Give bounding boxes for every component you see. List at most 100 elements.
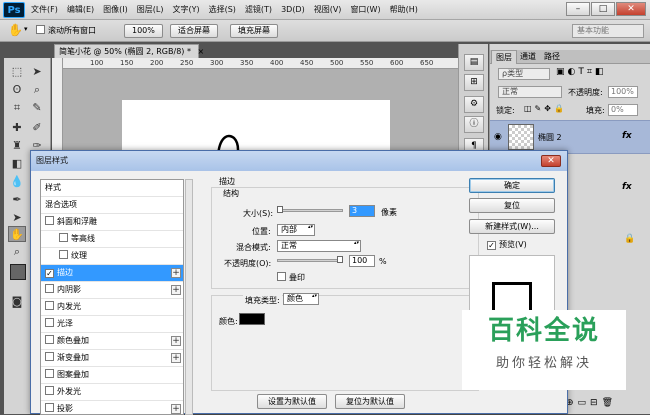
menu-edit[interactable]: 编辑(E): [67, 4, 94, 15]
preview-checkbox[interactable]: ✓ 预览(V): [487, 239, 527, 250]
properties-panel-icon[interactable]: ⚙: [464, 96, 484, 113]
dialog-close-button[interactable]: ✕: [541, 155, 561, 167]
size-slider-track[interactable]: [277, 209, 343, 212]
set-default-button[interactable]: 设置为默认值: [257, 394, 327, 409]
opacity-input[interactable]: 100: [349, 255, 375, 267]
blur-tool-icon[interactable]: 💧: [8, 174, 26, 190]
layer-blend-mode-select[interactable]: 正常: [498, 86, 562, 98]
checkbox-box[interactable]: ✓: [487, 241, 496, 250]
add-style-plus-icon[interactable]: +: [171, 404, 181, 414]
scroll-all-windows-checkbox[interactable]: 滚动所有窗口: [36, 25, 96, 36]
foreground-color-swatch[interactable]: [10, 264, 26, 280]
checkbox-box[interactable]: [36, 25, 45, 34]
style-list-item[interactable]: 混合选项: [41, 197, 183, 214]
position-select[interactable]: 内部: [277, 224, 315, 236]
lasso-tool-icon[interactable]: ʘ: [8, 82, 26, 98]
menu-view[interactable]: 视图(V): [314, 4, 342, 15]
style-list-item[interactable]: 图案叠加: [41, 367, 183, 384]
style-list-item[interactable]: 外发光: [41, 384, 183, 401]
menu-image[interactable]: 图像(I): [103, 4, 128, 15]
style-checkbox[interactable]: [45, 301, 54, 310]
style-checkbox[interactable]: [59, 233, 68, 242]
style-checkbox[interactable]: [45, 403, 54, 412]
menu-select[interactable]: 选择(S): [209, 4, 236, 15]
style-checkbox[interactable]: [45, 318, 54, 327]
document-tab-close-icon[interactable]: ×: [198, 47, 205, 56]
fill-type-select[interactable]: 颜色: [283, 293, 319, 305]
style-list-item[interactable]: ✓ 描边 +: [41, 265, 183, 282]
add-style-plus-icon[interactable]: +: [171, 353, 181, 363]
actions-panel-icon[interactable]: ⊞: [464, 74, 484, 91]
layer-kind-filter[interactable]: ρ类型: [498, 68, 550, 80]
size-slider-thumb[interactable]: [277, 206, 283, 213]
blend-mode-select[interactable]: 正常: [277, 240, 361, 252]
menu-window[interactable]: 窗口(W): [350, 4, 380, 15]
fill-screen-button[interactable]: 填充屏幕: [230, 24, 278, 38]
crop-tool-icon[interactable]: ⌗: [8, 100, 26, 116]
layer-filter-icons[interactable]: ▣◐T⌗◧: [556, 67, 606, 77]
style-list-item[interactable]: 斜面和浮雕: [41, 214, 183, 231]
style-list-item[interactable]: 光泽: [41, 316, 183, 333]
restore-button[interactable]: □: [591, 2, 615, 16]
lock-icons[interactable]: ◫✎✥🔒: [524, 104, 567, 113]
layer-opacity-input[interactable]: 100%: [608, 86, 638, 98]
layer-panel-footer-icons[interactable]: ⊕▭⊟🗑: [566, 398, 617, 408]
menu-file[interactable]: 文件(F): [31, 4, 58, 15]
menu-3d[interactable]: 3D(D): [281, 5, 305, 14]
pen-tool-icon[interactable]: ✒: [8, 192, 26, 208]
visibility-eye-icon[interactable]: ◉: [494, 132, 502, 142]
checkbox-box[interactable]: [277, 272, 286, 281]
layer-fx-badge[interactable]: fx: [622, 182, 632, 192]
healing-brush-icon[interactable]: ✚: [8, 120, 26, 136]
opacity-slider-thumb[interactable]: [337, 256, 343, 263]
tab-layers[interactable]: 图层: [491, 50, 517, 64]
add-style-plus-icon[interactable]: +: [171, 268, 181, 278]
hand-tool-icon[interactable]: ✋: [8, 226, 26, 242]
eraser-tool-icon[interactable]: ◧: [8, 156, 26, 172]
style-checkbox[interactable]: [45, 284, 54, 293]
zoom-100-button[interactable]: 100%: [124, 24, 163, 38]
workspace-select[interactable]: 基本功能: [572, 24, 644, 38]
info-panel-icon[interactable]: ⓘ: [464, 116, 484, 133]
style-checkbox[interactable]: [59, 250, 68, 259]
layer-row[interactable]: ◉ 椭圆 2 fx: [490, 120, 650, 154]
style-list-scrollbar[interactable]: [185, 179, 193, 415]
style-checkbox[interactable]: [45, 335, 54, 344]
zoom-tool-icon[interactable]: ⌕: [8, 244, 26, 260]
menu-filter[interactable]: 滤镜(T): [245, 4, 272, 15]
tab-channels[interactable]: 通道: [516, 50, 540, 64]
marquee-tool-icon[interactable]: ⬚: [8, 64, 26, 80]
quick-select-tool-icon[interactable]: ⌕: [28, 82, 46, 98]
overprint-checkbox[interactable]: 叠印: [277, 272, 305, 283]
menu-help[interactable]: 帮助(H): [390, 4, 418, 15]
close-app-button[interactable]: ✕: [616, 2, 646, 16]
tab-paths[interactable]: 路径: [540, 50, 564, 64]
add-style-plus-icon[interactable]: +: [171, 336, 181, 346]
layer-name[interactable]: 椭圆 2: [538, 132, 562, 143]
style-list-item[interactable]: 内阴影 +: [41, 282, 183, 299]
style-list-item[interactable]: 投影 +: [41, 401, 183, 414]
tool-preset-chevron-icon[interactable]: ▾: [24, 25, 28, 33]
document-tab[interactable]: 简笔小花 @ 50% (椭圆 2, RGB/8) * ×: [54, 44, 204, 58]
style-list-item[interactable]: 样式: [41, 180, 183, 197]
reset-button[interactable]: 复位: [469, 198, 555, 213]
add-style-plus-icon[interactable]: +: [171, 285, 181, 295]
layer-fx-badge[interactable]: fx: [622, 131, 632, 141]
stroke-color-swatch[interactable]: [239, 313, 265, 325]
ok-button[interactable]: 确定: [469, 178, 555, 193]
style-checkbox[interactable]: [45, 216, 54, 225]
style-list-item[interactable]: 渐变叠加 +: [41, 350, 183, 367]
style-list-item[interactable]: 内发光: [41, 299, 183, 316]
move-tool-icon[interactable]: ➤: [28, 64, 46, 80]
style-checkbox[interactable]: [45, 352, 54, 361]
path-select-tool-icon[interactable]: ➤: [8, 210, 26, 226]
style-checkbox[interactable]: ✓: [45, 269, 54, 278]
eyedropper-tool-icon[interactable]: ✎: [28, 100, 46, 116]
new-style-button[interactable]: 新建样式(W)...: [469, 219, 555, 234]
opacity-slider-track[interactable]: [277, 259, 343, 262]
menu-layer[interactable]: 图层(L): [137, 4, 164, 15]
style-list-item[interactable]: 颜色叠加 +: [41, 333, 183, 350]
quick-mask-icon[interactable]: ◙: [8, 294, 26, 310]
clone-stamp-icon[interactable]: ♜: [8, 138, 26, 154]
history-panel-icon[interactable]: ▤: [464, 54, 484, 71]
